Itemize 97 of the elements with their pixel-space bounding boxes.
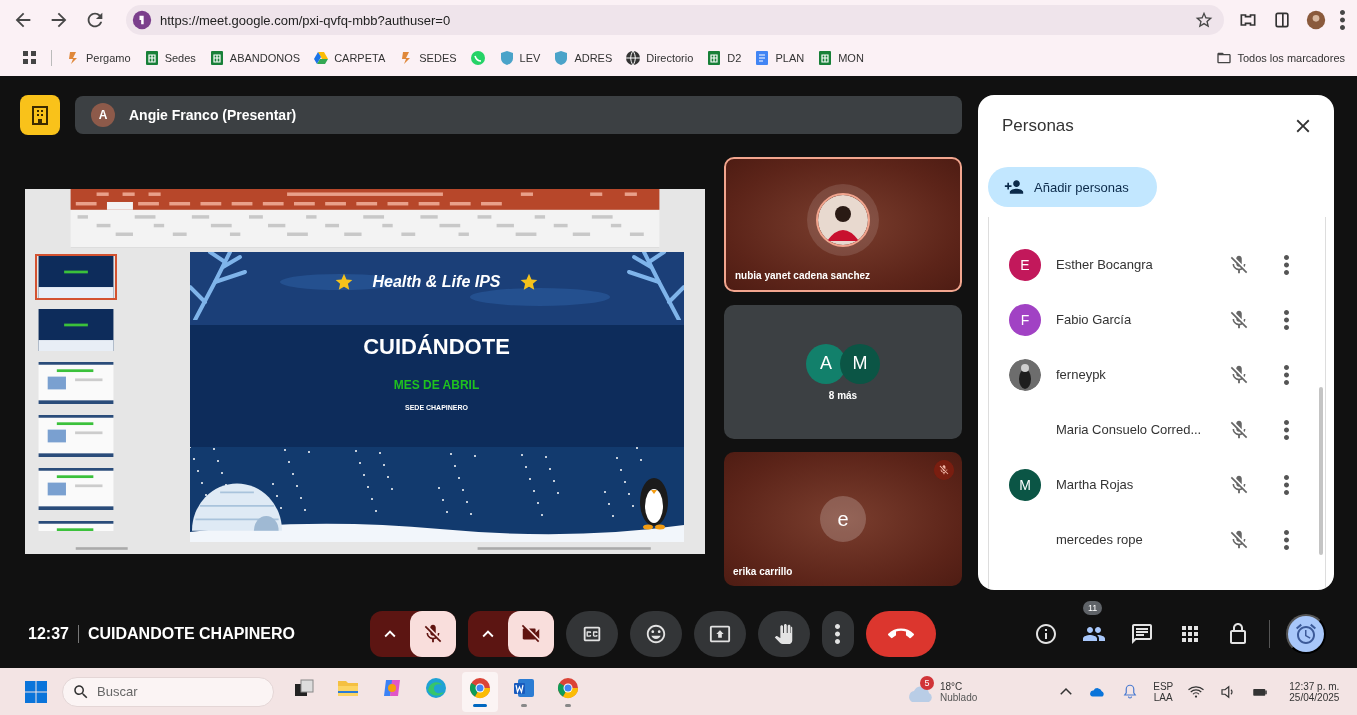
weather-condition: Nublado bbox=[940, 691, 978, 703]
shield-icon bbox=[498, 50, 515, 66]
end-call-button[interactable] bbox=[865, 611, 936, 657]
scrollbar[interactable] bbox=[1319, 387, 1323, 555]
bookmark-link[interactable]: MON bbox=[817, 50, 864, 66]
more-options-icon[interactable] bbox=[1284, 474, 1289, 495]
mic-off-button[interactable] bbox=[409, 611, 456, 657]
more-options-icon[interactable] bbox=[1284, 309, 1289, 330]
person-add-icon bbox=[1004, 177, 1024, 197]
start-icon[interactable] bbox=[24, 679, 48, 704]
more-options-icon[interactable] bbox=[1284, 364, 1289, 385]
avatar: e bbox=[820, 496, 866, 542]
side-panel-icon[interactable] bbox=[1272, 10, 1292, 30]
raise-hand-button[interactable] bbox=[757, 611, 810, 657]
more-options-icon[interactable] bbox=[1284, 254, 1289, 275]
language-code[interactable]: ESP bbox=[1153, 680, 1174, 692]
info-icon bbox=[1033, 622, 1058, 646]
temperature-text: 18°C bbox=[940, 680, 964, 692]
camera-off-icon bbox=[519, 623, 542, 645]
present-icon bbox=[708, 623, 731, 645]
sheet-icon bbox=[143, 50, 160, 66]
participant-name: Martha Rojas bbox=[1056, 477, 1135, 492]
slide-subtitle: MES DE ABRIL bbox=[393, 377, 480, 392]
slide-thumbnail[interactable] bbox=[35, 253, 117, 300]
present-button[interactable] bbox=[693, 611, 746, 657]
sheet-icon bbox=[208, 50, 225, 66]
url-text: https://meet.google.com/pxi-qvfq-mbb?authuser=0 bbox=[160, 12, 452, 28]
more-options-icon[interactable] bbox=[1284, 419, 1289, 440]
shield-icon bbox=[553, 50, 570, 66]
bookmark-link[interactable]: LEV bbox=[498, 50, 541, 66]
sheet-icon bbox=[817, 50, 834, 66]
slide-title: CUIDÁNDOTE bbox=[363, 333, 510, 360]
more-options-icon[interactable] bbox=[1284, 529, 1289, 550]
folder-icon bbox=[1216, 50, 1233, 66]
profile-photo bbox=[816, 192, 870, 247]
meeting-name: CUIDANDOTE CHAPINERO bbox=[87, 625, 297, 643]
sheet-icon bbox=[706, 50, 723, 66]
participant-name: Esther Bocangra bbox=[1056, 257, 1154, 272]
avatar: M bbox=[1009, 468, 1041, 501]
bookmark-link[interactable]: SEDES bbox=[398, 50, 457, 66]
add-people-button[interactable]: Añadir personas bbox=[988, 167, 1157, 207]
participant-name: Maria Consuelo Corred... bbox=[1056, 422, 1203, 437]
chrome-icon bbox=[468, 676, 492, 700]
emoji-icon bbox=[644, 623, 667, 645]
doc-icon bbox=[754, 50, 771, 66]
alarm-clock-icon bbox=[1293, 621, 1318, 647]
address-bar[interactable]: https://meet.google.com/pxi-qvfq-mbb?authuser=0 bbox=[126, 5, 1224, 35]
bookmark-link[interactable]: Directorio bbox=[625, 50, 694, 66]
drive-icon bbox=[313, 50, 330, 66]
bookmark-link[interactable]: ABANDONOS bbox=[208, 50, 301, 66]
camera-off-button[interactable] bbox=[507, 611, 554, 657]
bookmark-star-icon[interactable] bbox=[1194, 10, 1214, 30]
emoji-button[interactable] bbox=[629, 611, 682, 657]
participant-name: mercedes rope bbox=[1056, 532, 1144, 547]
apps-grid-icon[interactable] bbox=[22, 50, 38, 66]
captions-button[interactable] bbox=[565, 611, 618, 657]
avatar: E bbox=[1009, 248, 1041, 281]
avatar: A bbox=[91, 103, 115, 127]
bookmark-link[interactable]: D2 bbox=[706, 50, 742, 66]
participant-name: erika carrillo bbox=[733, 566, 793, 577]
self-view-button[interactable] bbox=[1285, 614, 1326, 654]
menu-icon[interactable] bbox=[1340, 10, 1345, 30]
bookmark-link[interactable]: PLAN bbox=[754, 50, 805, 66]
globe-icon bbox=[625, 50, 642, 66]
more-options-button[interactable] bbox=[821, 611, 854, 657]
clock-time[interactable]: 12:37 p. m. bbox=[1289, 680, 1340, 692]
coral-drawing bbox=[189, 251, 250, 320]
presenter-name: Angie Franco (Presentar) bbox=[129, 107, 297, 123]
more-participants-label: 8 más bbox=[828, 389, 858, 401]
clock-date[interactable]: 25/04/2025 bbox=[1289, 691, 1340, 703]
more-options-icon bbox=[835, 624, 841, 644]
notification-badge: 5 bbox=[920, 675, 934, 690]
bookmark-link[interactable]: ADRES bbox=[553, 50, 613, 66]
keyboard-layout[interactable]: LAA bbox=[1153, 691, 1173, 703]
chat-icon bbox=[1129, 622, 1154, 646]
bookmark-link[interactable]: CARPETA bbox=[313, 50, 386, 66]
meeting-time: 12:37 bbox=[28, 625, 69, 643]
brand-logo-text: Health & Life IPS bbox=[372, 272, 501, 291]
edge-icon bbox=[424, 676, 448, 700]
search-field[interactable]: Buscar bbox=[62, 676, 274, 707]
participant-name: ferneypk bbox=[1056, 367, 1107, 382]
avatar: M bbox=[840, 343, 880, 384]
bookmarks-folder[interactable]: Todos los marcadores bbox=[1216, 50, 1345, 66]
panel-title: Personas bbox=[1002, 116, 1074, 136]
participant-count-badge: 11 bbox=[1082, 601, 1103, 615]
bookmark-link[interactable]: Sedes bbox=[143, 50, 196, 66]
participant-name: Fabio García bbox=[1056, 312, 1133, 327]
bookmark-link[interactable]: Pergamo bbox=[65, 50, 131, 66]
profile-avatar[interactable] bbox=[1306, 10, 1326, 30]
avatar: F bbox=[1009, 303, 1041, 336]
participant-name: nubia yanet cadena sanchez bbox=[735, 270, 871, 281]
word-icon bbox=[512, 676, 536, 700]
chrome-icon bbox=[556, 676, 580, 700]
search-icon bbox=[72, 682, 90, 701]
profile-photo bbox=[1009, 358, 1041, 391]
raise-hand-icon bbox=[772, 623, 795, 645]
site-icon bbox=[132, 10, 152, 30]
